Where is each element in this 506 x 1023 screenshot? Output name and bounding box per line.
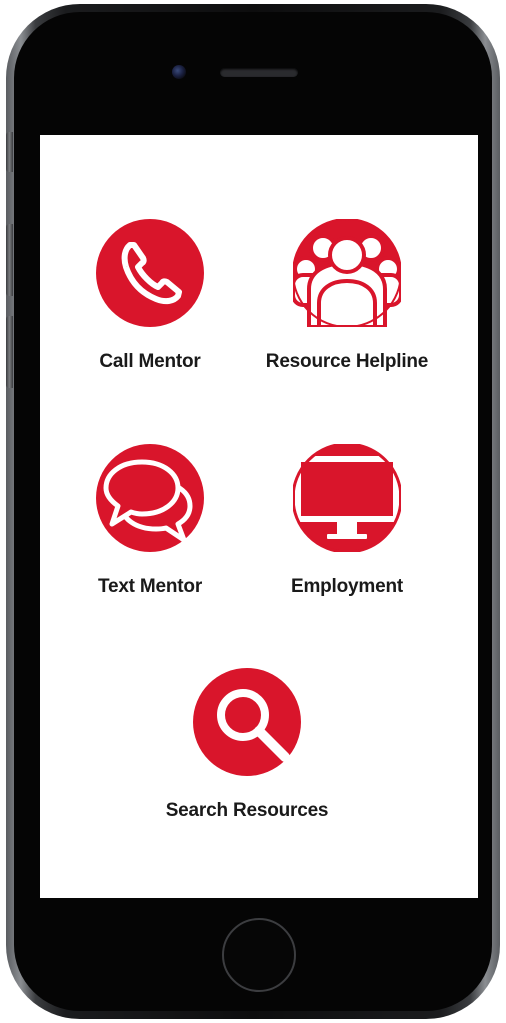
employment-tile[interactable]: Employment xyxy=(242,444,452,598)
search-resources-label: Search Resources xyxy=(165,800,329,821)
search-resources-tile[interactable]: Search Resources xyxy=(142,668,352,822)
chat-bubbles-icon xyxy=(96,444,204,552)
group-icon xyxy=(293,219,401,327)
app-screen: Call Mentor Resource Helpline Text Mento… xyxy=(40,135,478,898)
volume-up-button xyxy=(6,224,13,296)
front-camera xyxy=(172,65,186,79)
phone-icon xyxy=(96,219,204,327)
call-mentor-label: Call Mentor xyxy=(99,351,201,372)
home-button[interactable] xyxy=(222,918,296,992)
call-mentor-tile[interactable]: Call Mentor xyxy=(45,219,255,373)
employment-label: Employment xyxy=(290,576,404,597)
volume-down-button xyxy=(6,316,13,388)
text-mentor-label: Text Mentor xyxy=(97,576,203,597)
computer-monitor-icon xyxy=(293,444,401,552)
mute-switch xyxy=(6,132,13,172)
magnifier-icon xyxy=(193,668,301,776)
resource-helpline-tile[interactable]: Resource Helpline xyxy=(242,219,452,373)
text-mentor-tile[interactable]: Text Mentor xyxy=(45,444,255,598)
earpiece-speaker xyxy=(220,68,298,77)
resource-helpline-label: Resource Helpline xyxy=(265,351,429,372)
